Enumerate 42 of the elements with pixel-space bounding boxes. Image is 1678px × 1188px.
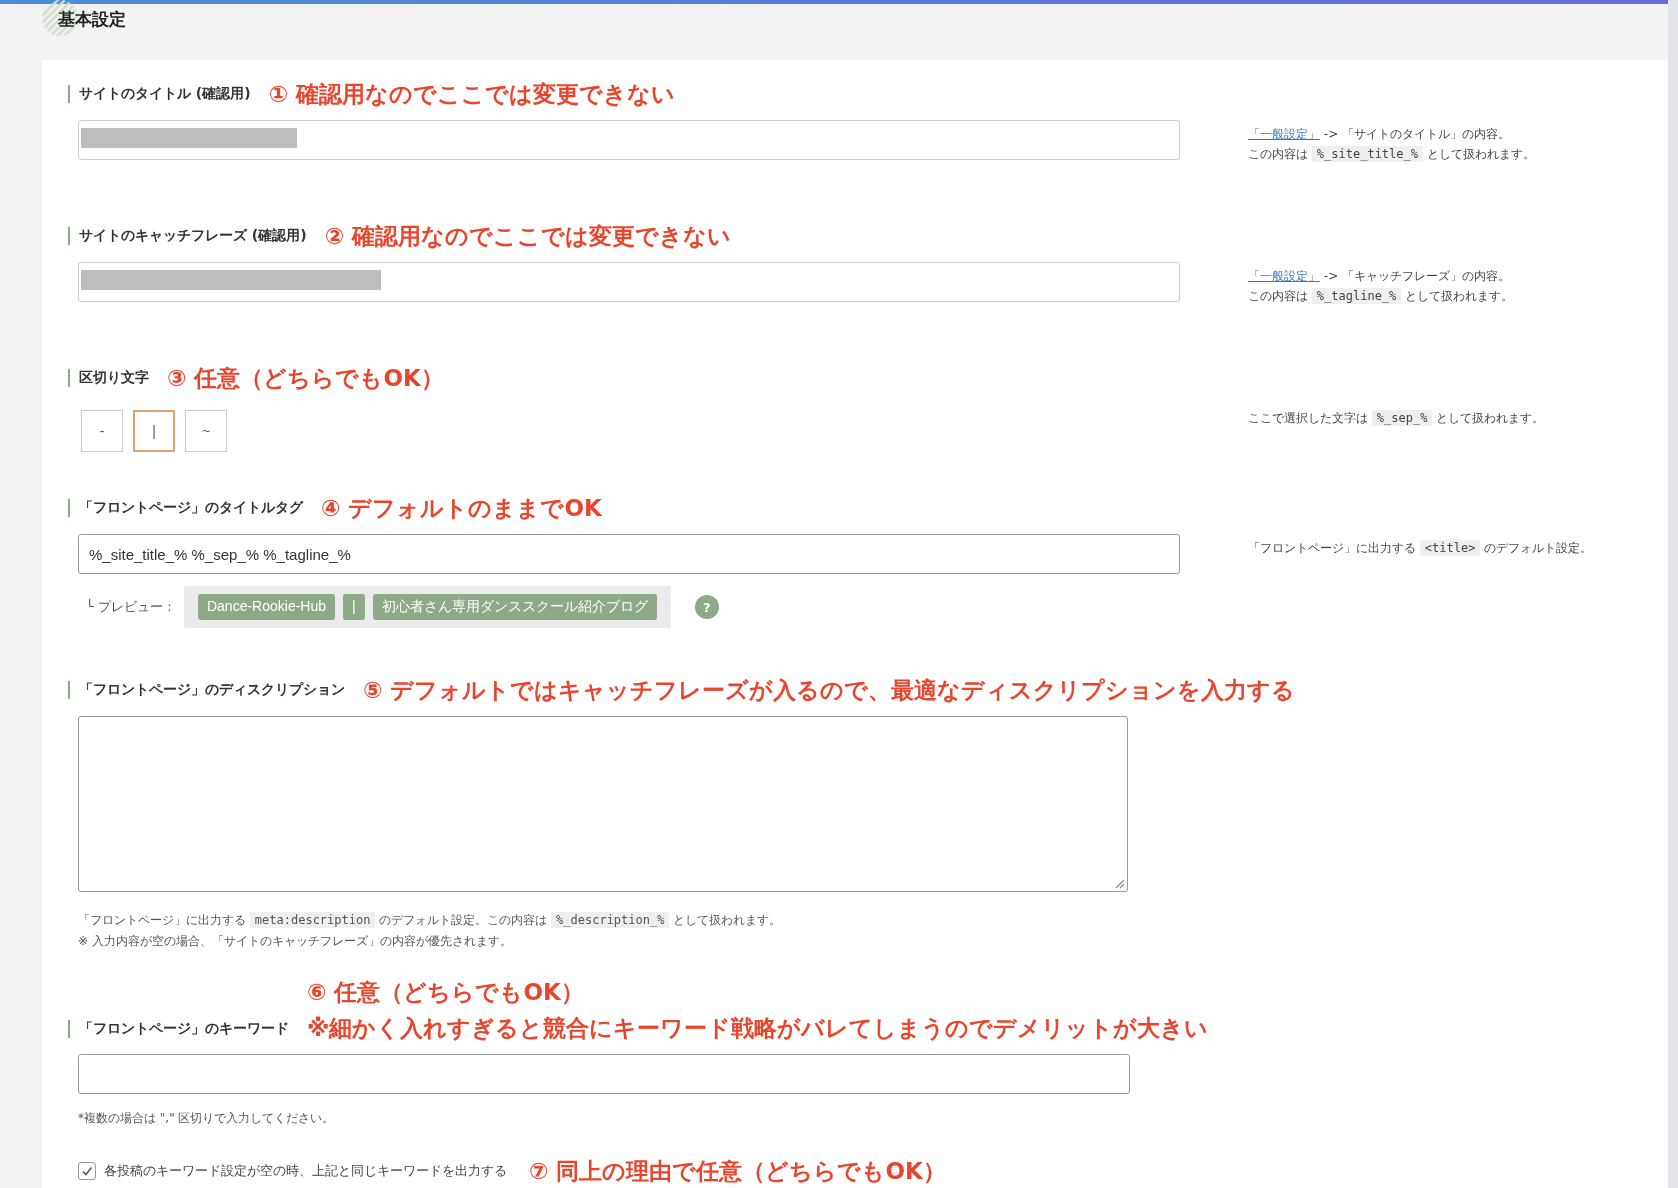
preview-chip: 初心者さん専用ダンススクール紹介ブログ: [372, 594, 657, 620]
checkbox[interactable]: [78, 1162, 96, 1180]
annotation-text: ② 確認用なのでここでは変更できない: [324, 222, 732, 251]
note-text: この内容は %_site_title_% として扱われます。: [1248, 145, 1536, 164]
note-text: 「一般設定」 -> 「サイトのタイトル」の内容。: [1248, 126, 1511, 143]
hint-text: *複数の場合は "," 区切りで入力してください。: [78, 1110, 336, 1127]
annotation-text: ① 確認用なのでここでは変更できない: [268, 80, 676, 109]
annotation-text: ⑦ 同上の理由で任意（どちらでもOK）: [529, 1157, 946, 1186]
note-text: この内容は %_tagline_% として扱われます。: [1248, 287, 1515, 306]
settings-link[interactable]: 「一般設定」: [1248, 269, 1320, 283]
resize-handle-icon[interactable]: [1113, 877, 1125, 889]
input-field[interactable]: %_site_title_% %_sep_% %_tagline_%: [78, 534, 1180, 574]
checkbox-label: 各投稿のキーワード設定が空の時、上記と同じキーワードを出力する: [104, 1162, 507, 1180]
separator-option[interactable]: -: [81, 410, 123, 452]
checkmark-icon: [81, 1165, 93, 1177]
annotation-text: ⑥ 任意（どちらでもOK）: [307, 978, 585, 1007]
preview-chip: Dance-Rookie-Hub: [197, 594, 336, 620]
preview-label: └ プレビュー：: [86, 598, 176, 616]
annotation-text: ③ 任意（どちらでもOK）: [167, 364, 444, 393]
input-field[interactable]: [78, 120, 1180, 160]
field-label: サイトのキャッチフレーズ (確認用): [68, 227, 307, 245]
preview-chip: |: [343, 594, 365, 620]
annotation-text: ④ デフォルトのままでOK: [321, 494, 602, 523]
annotation-text: ※細かく入れすぎると競合にキーワード戦略がバレてしまうのでデメリットが大きい: [307, 1014, 1209, 1043]
field-label: 「フロントページ」のディスクリプション: [68, 681, 345, 699]
textarea-field[interactable]: [78, 716, 1128, 892]
input-field[interactable]: [78, 1054, 1130, 1094]
note-text: ここで選択した文字は %_sep_% として扱われます。: [1248, 409, 1546, 428]
field-label: 「フロントページ」のキーワード: [68, 1020, 289, 1038]
annotation-text: ⑤ デフォルトではキャッチフレーズが入るので、最適なディスクリプションを入力する: [363, 676, 1296, 705]
note-text: 「フロントページ」に出力する <title> のデフォルト設定。: [1248, 539, 1594, 558]
hint-text: 「フロントページ」に出力する meta:description のデフォルト設定。この内容は %_description_% として扱われます。: [78, 911, 783, 930]
field-label: 「フロントページ」のタイトルタグ: [68, 499, 303, 517]
field-label: サイトのタイトル (確認用): [68, 85, 251, 103]
separator-option[interactable]: |: [133, 410, 175, 452]
separator-option[interactable]: ~: [185, 410, 227, 452]
settings-link[interactable]: 「一般設定」: [1248, 127, 1320, 141]
note-text: 「一般設定」 -> 「キャッチフレーズ」の内容。: [1248, 268, 1511, 285]
hint-text: ※ 入力内容が空の場合、「サイトのキャッチフレーズ」の内容が優先されます。: [78, 933, 513, 950]
page-title: 基本設定: [58, 7, 126, 31]
input-field[interactable]: [78, 262, 1180, 302]
field-label: 区切り文字: [68, 369, 149, 387]
